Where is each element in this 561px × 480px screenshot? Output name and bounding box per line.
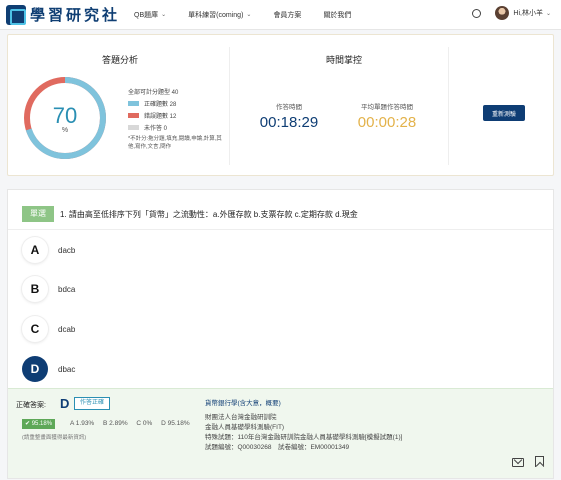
nav-item-about[interactable]: 關於我們 (323, 10, 351, 20)
top-nav-bar: 學習研究社 QB題庫 ⌄ 單科練習(coming) ⌄ 會員方案 關於我們 Hi,林… (0, 0, 561, 30)
avatar[interactable] (495, 6, 510, 20)
distribution-a: A 1.93% (70, 420, 95, 427)
nav-item-single-subject[interactable]: 單科練習(coming) ⌄ (188, 10, 251, 20)
nav-label: 關於我們 (323, 11, 352, 19)
nav-item-membership[interactable]: 會員方案 (273, 10, 301, 20)
correct-rate-badge: ✔ 95.18% (22, 419, 56, 429)
meta-subject: 貨幣銀行學(含大意，概要) (205, 400, 281, 407)
brand-logo[interactable]: 學習研究社 (6, 4, 120, 25)
option-a[interactable]: A dacb (22, 237, 75, 263)
logo-text: 學習研究社 (30, 6, 121, 24)
option-text: dacb (58, 245, 76, 255)
question-header: 單選 1. 請由高至低排序下列「貨幣」之流動性：a.外匯存款 b.支票存款 c.… (8, 190, 553, 230)
option-text: dbac (58, 364, 76, 374)
chevron-down-icon: ⌄ (161, 12, 167, 18)
option-text: dcab (58, 324, 76, 334)
main-nav: QB題庫 ⌄ 單科練習(coming) ⌄ 會員方案 關於我們 (134, 10, 373, 20)
legend-label: 未作答 0 (144, 126, 168, 132)
search-icon[interactable] (472, 8, 482, 18)
option-letter: B (22, 276, 48, 302)
logo-icon (6, 4, 26, 25)
legend-total: 全部可計分題型 40 (128, 90, 179, 96)
chevron-down-icon: ⌄ (246, 12, 252, 18)
score-value: 70 (52, 103, 78, 128)
bookmark-icon[interactable] (535, 456, 544, 467)
refresh-tip: (請重整畫面獲得最新資訊) (22, 435, 87, 441)
user-name[interactable]: Hi,林小羊 (513, 8, 543, 18)
meta-line: 財團法人台灣金融研訓院 (205, 414, 277, 421)
answer-time-value: 00:18:29 (259, 114, 319, 131)
legend-swatch (128, 125, 139, 130)
legend-item-correct: 正確題數 28 (128, 99, 224, 108)
distribution-d: D 95.18% (161, 420, 190, 427)
correct-answer-label: 正確答案: (16, 402, 46, 409)
option-d[interactable]: D dbac (22, 356, 75, 382)
retest-button[interactable]: 重新測驗 (483, 105, 525, 121)
analysis-title: 答題分析 (102, 55, 139, 65)
meta-line: 特殊試題：110年台灣金融研訓院金融人員基礎學科測驗[模擬試題(1)] (205, 434, 403, 441)
nav-label: 會員方案 (273, 11, 302, 19)
answer-time-label: 作答時間 (276, 104, 302, 111)
legend-item-wrong: 錯誤題數 12 (128, 111, 224, 120)
legend-swatch (128, 113, 139, 118)
answer-distribution: A 1.93% B 2.89% C 0% D 95.18% (70, 420, 197, 427)
score-legend: 全部可計分題型 40 正確題數 28 錯誤題數 12 未作答 0 *不計分:拖分… (128, 87, 224, 151)
scoring-note: *不計分:拖分題,填充,閱讀,申論,計算,其他,寫作,文言,問作 (128, 136, 222, 150)
divider (229, 47, 230, 165)
stats-panel: 答題分析 70 % 全部可計分題型 40 正確題數 28 錯誤題數 12 未作答… (7, 34, 554, 176)
answer-correct-tag[interactable]: 作答正確 (74, 397, 111, 410)
time-title: 時間掌控 (326, 55, 363, 65)
nav-label: QB題庫 (134, 11, 159, 19)
legend-label: 正確題數 28 (144, 102, 177, 108)
legend-item-unanswered: 未作答 0 (128, 123, 224, 132)
option-letter: C (22, 316, 48, 342)
divider (448, 47, 449, 165)
nav-label: 單科練習(coming) (188, 11, 244, 19)
score-unit: % (61, 127, 69, 134)
avg-time-value: 00:00:28 (357, 114, 417, 131)
legend-label: 錯誤題數 12 (144, 114, 177, 120)
option-b[interactable]: B bdca (22, 276, 75, 302)
distribution-b: B 2.89% (103, 420, 128, 427)
avg-time-label: 平均單題作答時間 (361, 104, 413, 111)
chevron-down-icon[interactable]: ⌄ (546, 10, 551, 17)
legend-swatch (128, 101, 139, 106)
question-type-badge: 單選 (22, 206, 54, 222)
distribution-c: C 0% (136, 420, 153, 427)
option-text: bdca (58, 284, 76, 294)
question-text: 1. 請由高至低排序下列「貨幣」之流動性：a.外匯存款 b.支票存款 c.定期存… (60, 210, 358, 219)
meta-line: 試題編號：Q00030268 試卷編號：EM00001349 (205, 444, 350, 451)
check-icon: ✔ (25, 421, 32, 427)
meta-line: 金融人員基礎學科測驗(FIT) (205, 424, 285, 431)
nav-item-qb-bank[interactable]: QB題庫 ⌄ (134, 10, 166, 20)
correct-answer-letter: D (60, 396, 70, 411)
question-meta: 貨幣銀行學(含大意，概要) 財團法人台灣金融研訓院 金融人員基礎學科測驗(FIT… (205, 397, 402, 453)
answer-panel: 正確答案: D 作答正確 ✔ 95.18% A 1.93% B 2.89% C … (8, 388, 553, 478)
option-letter: D (22, 356, 48, 382)
option-c[interactable]: C dcab (22, 316, 75, 342)
option-letter: A (22, 237, 48, 263)
header-right: Hi,林小羊 ⌄ (472, 6, 551, 20)
question-card: 單選 1. 請由高至低排序下列「貨幣」之流動性：a.外匯存款 b.支票存款 c.… (7, 189, 554, 479)
mail-icon[interactable] (512, 458, 524, 467)
correct-rate: 95.18% (31, 421, 53, 427)
